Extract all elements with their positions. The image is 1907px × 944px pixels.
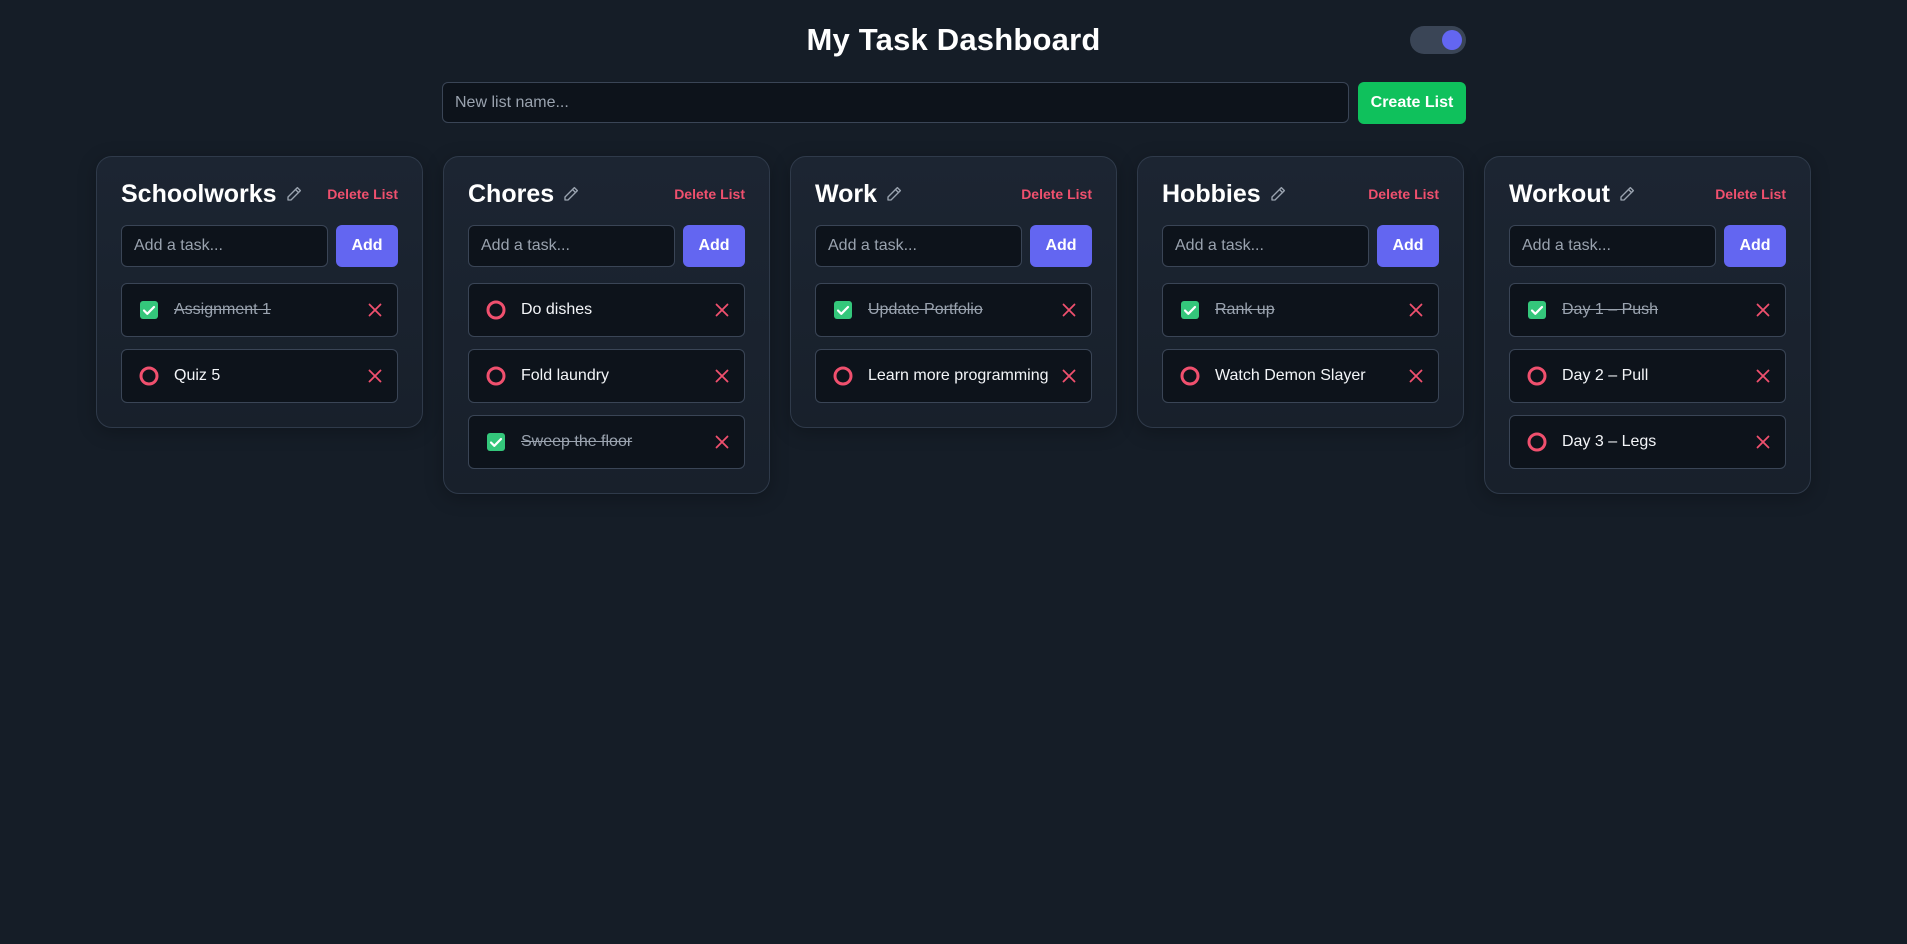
close-icon[interactable] <box>1061 302 1077 318</box>
list-card-workout: Workout Delete List Add Day 1 – Push Day 2 –… <box>1484 156 1811 494</box>
list-card-hobbies: Hobbies Delete List Add Rank up Watch Demon … <box>1137 156 1464 428</box>
list-title: Schoolworks <box>121 179 277 208</box>
task-item: Watch Demon Slayer <box>1162 349 1439 403</box>
task-item: Assignment 1 <box>121 283 398 337</box>
add-task-input[interactable] <box>121 225 328 267</box>
close-icon[interactable] <box>1755 368 1771 384</box>
lists-container: Schoolworks Delete List Add Assignment 1 Qui… <box>96 156 1811 494</box>
list-title: Workout <box>1509 179 1610 208</box>
add-task-button[interactable]: Add <box>336 225 398 267</box>
create-list-button[interactable]: Create List <box>1358 82 1466 124</box>
add-task-row: Add <box>815 225 1092 267</box>
checkbox-checked-icon[interactable] <box>138 299 160 321</box>
checkbox-checked-icon[interactable] <box>832 299 854 321</box>
task-text: Assignment 1 <box>174 301 271 318</box>
list-header: Workout Delete List <box>1509 179 1786 209</box>
circle-icon[interactable] <box>485 365 507 387</box>
close-icon[interactable] <box>1408 368 1424 384</box>
task-list: Update Portfolio Learn more programming <box>815 283 1092 403</box>
pencil-icon[interactable] <box>285 185 303 203</box>
close-icon[interactable] <box>367 368 383 384</box>
circle-icon[interactable] <box>1526 431 1548 453</box>
task-item: Rank up <box>1162 283 1439 337</box>
task-item: Quiz 5 <box>121 349 398 403</box>
circle-icon[interactable] <box>1526 365 1548 387</box>
circle-icon[interactable] <box>485 299 507 321</box>
delete-list-button[interactable]: Delete List <box>1715 186 1786 202</box>
list-header: Chores Delete List <box>468 179 745 209</box>
close-icon[interactable] <box>1061 368 1077 384</box>
add-task-row: Add <box>121 225 398 267</box>
close-icon[interactable] <box>714 302 730 318</box>
delete-list-button[interactable]: Delete List <box>327 186 398 202</box>
close-icon[interactable] <box>714 368 730 384</box>
task-item: Fold laundry <box>468 349 745 403</box>
delete-list-button[interactable]: Delete List <box>1368 186 1439 202</box>
add-task-input[interactable] <box>1162 225 1369 267</box>
close-icon[interactable] <box>1408 302 1424 318</box>
circle-icon[interactable] <box>138 365 160 387</box>
add-task-button[interactable]: Add <box>683 225 745 267</box>
add-task-button[interactable]: Add <box>1377 225 1439 267</box>
list-title: Hobbies <box>1162 179 1261 208</box>
list-header: Schoolworks Delete List <box>121 179 398 209</box>
list-card-work: Work Delete List Add Update Portfolio Learn … <box>790 156 1117 428</box>
task-item: Day 3 – Legs <box>1509 415 1786 469</box>
close-icon[interactable] <box>1755 434 1771 450</box>
list-card-chores: Chores Delete List Add Do dishes Fold laundr… <box>443 156 770 494</box>
task-text: Day 1 – Push <box>1562 301 1659 318</box>
pencil-icon[interactable] <box>1618 185 1636 203</box>
theme-toggle[interactable] <box>1410 26 1466 54</box>
pencil-icon[interactable] <box>1269 185 1287 203</box>
close-icon[interactable] <box>1755 302 1771 318</box>
new-list-input[interactable] <box>442 82 1349 123</box>
circle-icon[interactable] <box>1179 365 1201 387</box>
task-text: Watch Demon Slayer <box>1215 367 1366 384</box>
task-item: Sweep the floor <box>468 415 745 469</box>
page-title: My Task Dashboard <box>806 22 1101 57</box>
add-task-row: Add <box>468 225 745 267</box>
add-task-input[interactable] <box>468 225 675 267</box>
add-task-row: Add <box>1509 225 1786 267</box>
close-icon[interactable] <box>367 302 383 318</box>
checkbox-checked-icon[interactable] <box>1526 299 1548 321</box>
list-title: Chores <box>468 179 555 208</box>
task-item: Do dishes <box>468 283 745 337</box>
task-text: Update Portfolio <box>868 301 983 318</box>
task-item: Day 1 – Push <box>1509 283 1786 337</box>
task-list: Day 1 – Push Day 2 – Pull Day 3 – Legs <box>1509 283 1786 469</box>
task-text: Learn more programming <box>868 367 1049 384</box>
delete-list-button[interactable]: Delete List <box>674 186 745 202</box>
task-text: Fold laundry <box>521 367 610 384</box>
pencil-icon[interactable] <box>562 185 580 203</box>
task-item: Learn more programming <box>815 349 1092 403</box>
add-task-input[interactable] <box>815 225 1022 267</box>
checkbox-checked-icon[interactable] <box>485 431 507 453</box>
toggle-knob <box>1442 30 1462 50</box>
pencil-icon[interactable] <box>885 185 903 203</box>
add-task-row: Add <box>1162 225 1439 267</box>
list-header: Work Delete List <box>815 179 1092 209</box>
task-text: Sweep the floor <box>521 433 633 450</box>
list-header: Hobbies Delete List <box>1162 179 1439 209</box>
list-title: Work <box>815 179 878 208</box>
task-text: Rank up <box>1215 301 1275 318</box>
checkbox-checked-icon[interactable] <box>1179 299 1201 321</box>
list-card-schoolworks: Schoolworks Delete List Add Assignment 1 Qui… <box>96 156 423 428</box>
task-item: Day 2 – Pull <box>1509 349 1786 403</box>
add-task-input[interactable] <box>1509 225 1716 267</box>
task-list: Rank up Watch Demon Slayer <box>1162 283 1439 403</box>
task-text: Day 3 – Legs <box>1562 433 1657 450</box>
task-text: Do dishes <box>521 301 593 318</box>
add-task-button[interactable]: Add <box>1030 225 1092 267</box>
circle-icon[interactable] <box>832 365 854 387</box>
delete-list-button[interactable]: Delete List <box>1021 186 1092 202</box>
task-text: Day 2 – Pull <box>1562 367 1649 384</box>
task-list: Do dishes Fold laundry Sweep the floor <box>468 283 745 469</box>
add-task-button[interactable]: Add <box>1724 225 1786 267</box>
close-icon[interactable] <box>714 434 730 450</box>
task-item: Update Portfolio <box>815 283 1092 337</box>
task-list: Assignment 1 Quiz 5 <box>121 283 398 403</box>
task-text: Quiz 5 <box>174 367 221 384</box>
